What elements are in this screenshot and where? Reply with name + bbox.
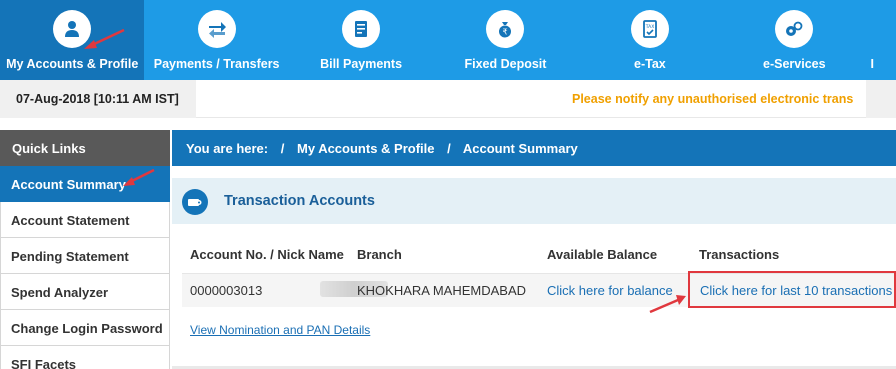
nav-label: e-Tax — [634, 57, 666, 71]
breadcrumb-prefix: You are here: — [186, 141, 269, 156]
breadcrumb-separator: / — [280, 141, 285, 156]
quick-links-title: Quick Links — [0, 130, 170, 166]
login-datetime: 07-Aug-2018 [10:11 AM IST] — [0, 80, 196, 118]
sidebar-item-change-login-password[interactable]: Change Login Password — [0, 310, 170, 346]
nav-label: Payments / Transfers — [153, 57, 280, 71]
nav-label: My Accounts & Profile — [6, 57, 139, 71]
balance-link[interactable]: Click here for balance — [547, 283, 673, 298]
transaction-accounts-header: Transaction Accounts — [172, 178, 896, 224]
sidebar-item-spend-analyzer[interactable]: Spend Analyzer — [0, 274, 170, 310]
nav-label: Fixed Deposit — [464, 57, 547, 71]
date-bar-edge — [866, 80, 896, 118]
nav-e-tax[interactable]: TAX e-Tax — [578, 0, 722, 80]
sidebar-item-account-statement[interactable]: Account Statement — [0, 202, 170, 238]
services-icon — [775, 10, 814, 48]
transfer-icon — [197, 10, 236, 48]
header-available-balance: Available Balance — [547, 247, 658, 262]
money-bag-icon: ₹ — [486, 10, 525, 48]
header-transactions: Transactions — [699, 247, 780, 262]
highlight-box — [688, 271, 896, 308]
svg-text:₹: ₹ — [503, 28, 508, 37]
user-icon — [53, 10, 92, 48]
nav-label: I — [870, 57, 875, 71]
nav-fixed-deposit[interactable]: ₹ Fixed Deposit — [433, 0, 577, 80]
nav-bill-payments[interactable]: Bill Payments — [289, 0, 433, 80]
nav-label: Bill Payments — [320, 57, 403, 71]
breadcrumb-account-summary: Account Summary — [462, 141, 578, 156]
sidebar-item-sfi-facets[interactable]: SFI Facets — [0, 346, 170, 369]
nav-e-services[interactable]: e-Services — [722, 0, 866, 80]
breadcrumb-separator: / — [447, 141, 451, 156]
nav-label: e-Services — [763, 57, 826, 71]
nomination-pan-link[interactable]: View Nomination and PAN Details — [190, 323, 370, 337]
quick-links-sidebar: Quick Links Account Summary Account Stat… — [0, 130, 170, 369]
security-alert-ticker: Please notify any unauthorised electroni… — [572, 92, 854, 106]
nav-payments-transfers[interactable]: Payments / Transfers — [144, 0, 288, 80]
date-bar: 07-Aug-2018 [10:11 AM IST] Please notify… — [0, 80, 896, 118]
top-navigation: My Accounts & Profile Payments / Transfe… — [0, 0, 896, 80]
main-content: Transaction Accounts Account No. / Nick … — [172, 166, 896, 369]
bill-icon — [342, 10, 381, 48]
sidebar-item-account-summary[interactable]: Account Summary — [0, 166, 170, 202]
nav-more[interactable]: I — [867, 0, 896, 80]
svg-text:TAX: TAX — [645, 24, 655, 30]
section-title: Transaction Accounts — [224, 193, 375, 209]
wallet-icon — [182, 189, 208, 215]
account-number: 0000003013 — [190, 283, 263, 298]
breadcrumb-my-accounts[interactable]: My Accounts & Profile — [297, 141, 434, 156]
header-branch: Branch — [357, 247, 402, 262]
nav-my-accounts[interactable]: My Accounts & Profile — [0, 0, 145, 80]
breadcrumb: You are here: / My Accounts & Profile / … — [172, 130, 896, 166]
header-account-no: Account No. / Nick Name — [190, 247, 344, 262]
sidebar-item-pending-statement[interactable]: Pending Statement — [0, 238, 170, 274]
branch-name: KHOKHARA MAHEMDABAD — [357, 283, 527, 298]
tax-document-icon: TAX — [630, 10, 669, 48]
